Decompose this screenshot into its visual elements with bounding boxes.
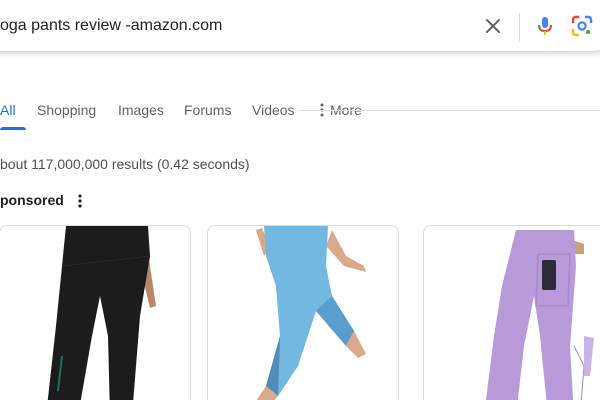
google-lens-button[interactable] — [571, 15, 593, 37]
tab-forums[interactable]: Forums — [184, 102, 231, 118]
product-card-black-leggings[interactable] — [0, 225, 191, 400]
active-tab-indicator — [0, 127, 26, 130]
search-results-page: All Shopping Images Forums Videos More b… — [0, 0, 600, 400]
search-bar — [0, 0, 600, 51]
product-card-blue-leggings[interactable] — [207, 225, 399, 400]
black-leggings-image — [47, 226, 156, 400]
purple-leggings-image — [486, 230, 594, 400]
clear-search-button[interactable] — [481, 14, 505, 38]
close-icon — [486, 19, 500, 33]
search-bar-divider — [519, 13, 520, 41]
blue-leggings-image — [256, 226, 366, 400]
ad-options-icon[interactable] — [74, 192, 86, 210]
tab-images[interactable]: Images — [118, 102, 164, 118]
voice-search-button[interactable] — [533, 14, 557, 38]
google-lens-icon — [571, 15, 593, 37]
tabs-divider — [300, 110, 600, 111]
tab-videos[interactable]: Videos — [252, 102, 295, 118]
search-input[interactable] — [0, 14, 440, 38]
product-card-purple-leggings[interactable] — [423, 225, 600, 400]
search-tabs: All Shopping Images Forums Videos More — [0, 96, 600, 130]
result-stats: bout 117,000,000 results (0.42 seconds) — [0, 156, 250, 172]
tab-all[interactable]: All — [0, 102, 16, 118]
tab-shopping[interactable]: Shopping — [37, 102, 96, 118]
microphone-icon — [538, 17, 552, 35]
sponsored-label: ponsored — [0, 192, 64, 208]
